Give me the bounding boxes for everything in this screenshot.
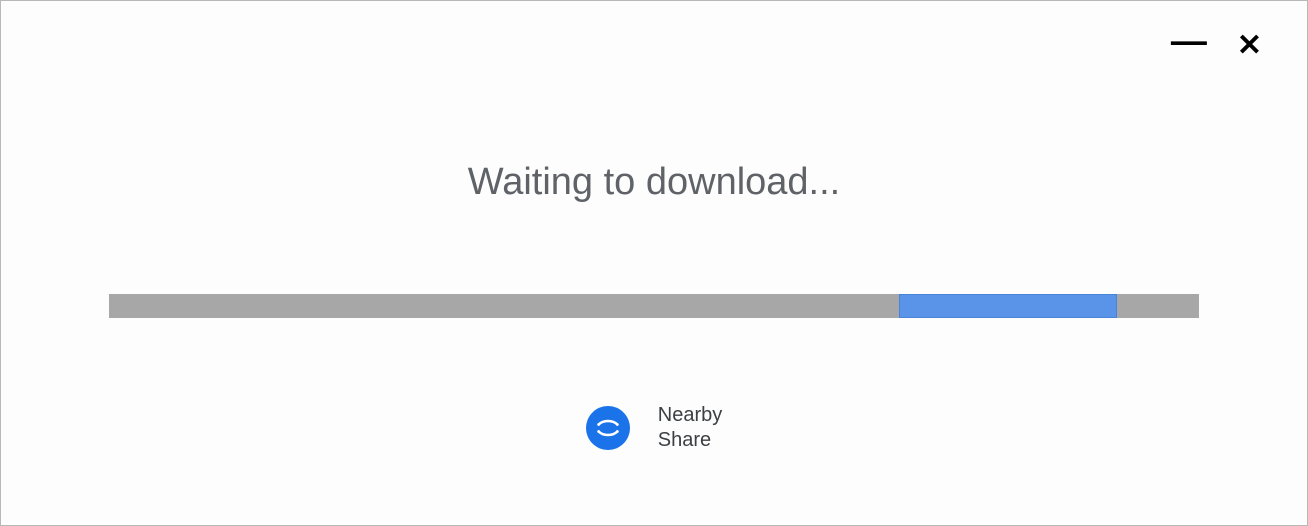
progress-bar [109, 294, 1199, 318]
nearby-share-footer: Nearby Share [586, 403, 722, 453]
nearby-share-label: Nearby Share [658, 403, 722, 453]
nearby-label-line2: Share [658, 428, 722, 453]
titlebar: — ✕ [1171, 1, 1307, 61]
content-area: Waiting to download... Nearby Share [1, 1, 1307, 525]
installer-window: — ✕ Waiting to download... Nearby Share [0, 0, 1308, 526]
minimize-button[interactable]: — [1171, 23, 1207, 61]
progress-indicator [899, 294, 1117, 318]
close-button[interactable]: ✕ [1237, 31, 1262, 61]
status-text: Waiting to download... [468, 161, 840, 204]
nearby-share-icon [586, 406, 630, 450]
nearby-label-line1: Nearby [658, 403, 722, 428]
